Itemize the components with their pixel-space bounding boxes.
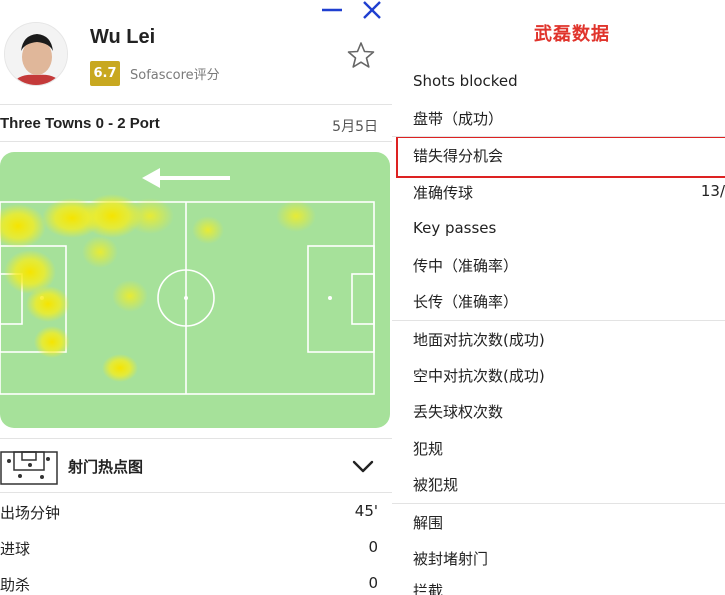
stat-value: 45' [354, 502, 378, 520]
heatmap-pitch [0, 152, 390, 428]
stat-item: 准确传球 [413, 184, 474, 202]
minimize-icon[interactable] [320, 0, 344, 22]
stat-item: 被封堵射门 [413, 550, 489, 568]
stat-item: Key passes [413, 219, 497, 237]
stat-item: 空中对抗次数(成功) [413, 367, 545, 385]
stats-panel: 武磊数据 Shots blocked 盘带（成功） 错失得分机会 准确传球 13… [392, 0, 725, 595]
stat-item: 丢失球权次数 [413, 403, 504, 421]
player-name: Wu Lei [90, 26, 156, 48]
stat-label: 出场分钟 [0, 504, 61, 522]
shot-heatmap-toggle[interactable]: 射门热点图 [0, 448, 392, 488]
divider [392, 503, 725, 504]
divider [0, 438, 392, 439]
panel-title: 武磊数据 [534, 24, 610, 45]
stat-row: 出场分钟 45' [0, 498, 392, 526]
divider [392, 320, 725, 321]
divider [0, 104, 392, 105]
stat-label: 进球 [0, 540, 31, 558]
match-title[interactable]: Three Towns 0 - 2 Port [0, 115, 160, 132]
divider [0, 141, 392, 142]
stat-item: 错失得分机会 [413, 147, 504, 165]
stat-item: 拦截 [413, 582, 444, 595]
stat-item: 被犯规 [413, 476, 459, 494]
avatar-image [5, 23, 67, 85]
goal-area-icon [0, 451, 58, 489]
rating-source-label: Sofascore评分 [130, 68, 220, 83]
stat-item: 地面对抗次数(成功) [413, 331, 545, 349]
stat-item: Shots blocked [413, 72, 518, 90]
close-icon[interactable] [360, 0, 384, 22]
divider [392, 136, 725, 137]
stat-value: 13/ [700, 182, 725, 200]
stat-row: 进球 0 [0, 534, 392, 562]
star-icon[interactable] [346, 40, 376, 70]
divider [0, 492, 392, 493]
player-avatar [4, 22, 68, 86]
match-date: 5月5日 [332, 119, 378, 135]
stat-label: 助杀 [0, 576, 31, 594]
stat-item: 犯规 [413, 440, 444, 458]
stat-item: 传中（准确率） [413, 257, 519, 275]
stat-row: 助杀 0 [0, 570, 392, 595]
stat-item: 盘带（成功） [413, 110, 504, 128]
rating-badge: 6.7 [90, 61, 120, 86]
stat-item: 长传（准确率） [413, 293, 519, 311]
shot-heatmap-label: 射门热点图 [68, 458, 144, 476]
stat-value: 0 [368, 538, 378, 556]
stat-item: 解围 [413, 514, 444, 532]
player-panel: Wu Lei 6.7 Sofascore评分 Three Towns 0 - 2… [0, 0, 392, 595]
stat-value: 0 [368, 574, 378, 592]
chevron-down-icon[interactable] [350, 456, 376, 480]
